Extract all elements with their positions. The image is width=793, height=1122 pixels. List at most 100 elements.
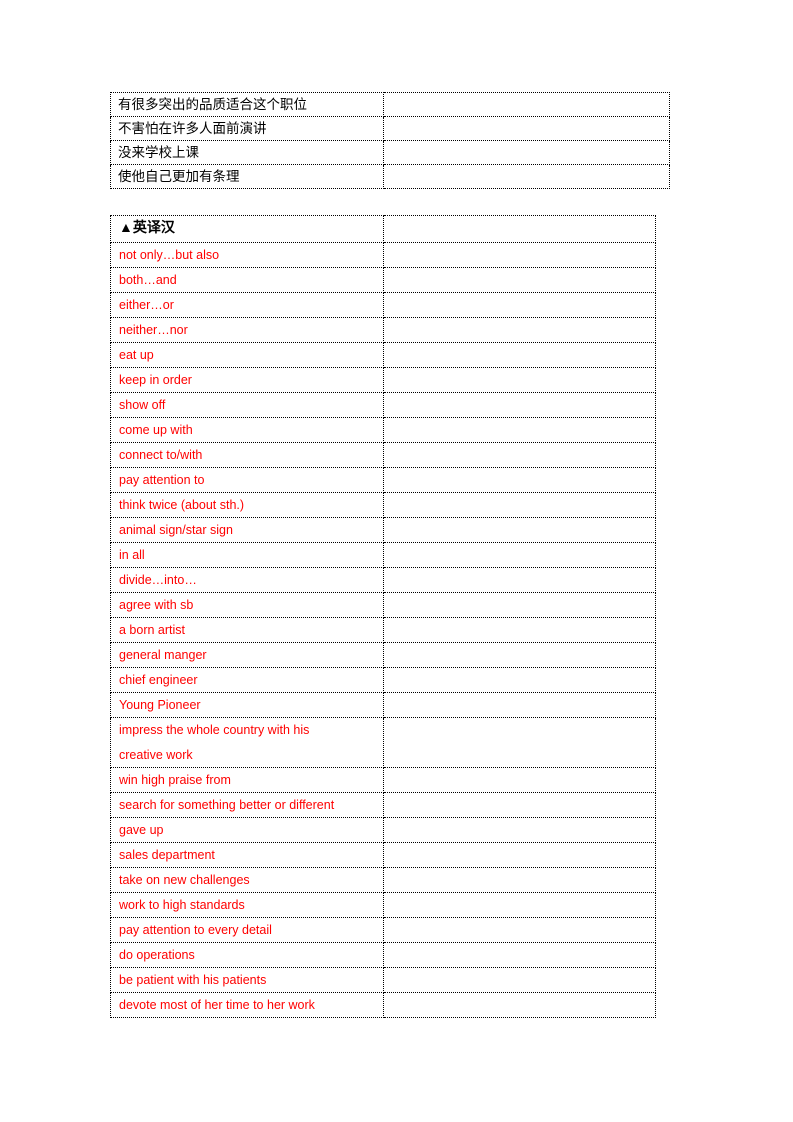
- english-answer-cell[interactable]: [383, 867, 656, 893]
- english-prompt-cell: not only…but also: [110, 242, 384, 268]
- english-answer-cell[interactable]: [383, 817, 656, 843]
- english-prompt-cell: come up with: [110, 417, 384, 443]
- table-row: 使他自己更加有条理: [110, 164, 670, 189]
- table-row: 不害怕在许多人面前演讲: [110, 116, 670, 141]
- chinese-answer-cell[interactable]: [383, 92, 670, 117]
- english-answer-cell[interactable]: [383, 767, 656, 793]
- table-row: keep in order: [110, 367, 656, 393]
- english-prompt-cell: devote most of her time to her work: [110, 992, 384, 1018]
- english-prompt-cell: sales department: [110, 842, 384, 868]
- section-title-answer-cell[interactable]: [383, 215, 656, 243]
- english-prompt-cell: divide…into…: [110, 567, 384, 593]
- english-answer-cell[interactable]: [383, 242, 656, 268]
- table-row: Young Pioneer: [110, 692, 656, 718]
- english-answer-cell[interactable]: [383, 892, 656, 918]
- english-answer-cell[interactable]: [383, 617, 656, 643]
- chinese-prompt-cell: 不害怕在许多人面前演讲: [110, 116, 384, 141]
- english-answer-cell[interactable]: [383, 992, 656, 1018]
- english-answer-cell[interactable]: [383, 442, 656, 468]
- english-answer-cell[interactable]: [383, 417, 656, 443]
- chinese-prompt-cell: 没来学校上课: [110, 140, 384, 165]
- table-row: animal sign/star sign: [110, 517, 656, 543]
- table-row: sales department: [110, 842, 656, 868]
- table-row: not only…but also: [110, 242, 656, 268]
- section-title: ▲英译汉: [110, 215, 384, 243]
- table-row: show off: [110, 392, 656, 418]
- english-prompt-cell: Young Pioneer: [110, 692, 384, 718]
- english-prompt-cell: do operations: [110, 942, 384, 968]
- table-row: think twice (about sth.): [110, 492, 656, 518]
- prompt-line-1: impress the whole country with his: [119, 723, 310, 737]
- table-row: 有很多突出的品质适合这个职位: [110, 92, 670, 117]
- english-prompt-cell: take on new challenges: [110, 867, 384, 893]
- english-prompt-cell: gave up: [110, 817, 384, 843]
- english-answer-cell[interactable]: [383, 267, 656, 293]
- english-prompt-cell: show off: [110, 392, 384, 418]
- chinese-prompt-cell: 有很多突出的品质适合这个职位: [110, 92, 384, 117]
- english-prompt-cell: animal sign/star sign: [110, 517, 384, 543]
- english-answer-cell[interactable]: [383, 342, 656, 368]
- table-row: gave up: [110, 817, 656, 843]
- english-prompt-cell: a born artist: [110, 617, 384, 643]
- english-answer-cell[interactable]: [383, 317, 656, 343]
- english-answer-cell[interactable]: [383, 517, 656, 543]
- table-row: impress the whole country with his creati…: [110, 717, 656, 768]
- chinese-answer-cell[interactable]: [383, 116, 670, 141]
- table-row: a born artist: [110, 617, 656, 643]
- english-answer-cell[interactable]: [383, 792, 656, 818]
- table-row: eat up: [110, 342, 656, 368]
- english-prompt-cell: search for something better or different: [110, 792, 384, 818]
- chinese-prompt-cell: 使他自己更加有条理: [110, 164, 384, 189]
- table-row: divide…into…: [110, 567, 656, 593]
- table-header-row: ▲英译汉: [110, 215, 656, 243]
- prompt-line-2: creative work: [119, 747, 193, 762]
- table-row: do operations: [110, 942, 656, 968]
- english-answer-cell[interactable]: [383, 367, 656, 393]
- table-row: be patient with his patients: [110, 967, 656, 993]
- english-prompt-cell: in all: [110, 542, 384, 568]
- english-prompt-cell: pay attention to: [110, 467, 384, 493]
- table-row: either…or: [110, 292, 656, 318]
- english-answer-cell[interactable]: [383, 967, 656, 993]
- table-row: take on new challenges: [110, 867, 656, 893]
- english-prompt-cell: keep in order: [110, 367, 384, 393]
- english-answer-cell[interactable]: [383, 642, 656, 668]
- english-answer-cell[interactable]: [383, 567, 656, 593]
- english-answer-cell[interactable]: [383, 542, 656, 568]
- table-row: connect to/with: [110, 442, 656, 468]
- english-prompt-cell: connect to/with: [110, 442, 384, 468]
- document-page: 有很多突出的品质适合这个职位 不害怕在许多人面前演讲 没来学校上课 使他自己更加…: [0, 0, 793, 1122]
- english-answer-cell[interactable]: [383, 942, 656, 968]
- table-row: 没来学校上课: [110, 140, 670, 165]
- table-row: general manger: [110, 642, 656, 668]
- english-prompt-cell: impress the whole country with his creati…: [110, 717, 384, 768]
- english-answer-cell[interactable]: [383, 917, 656, 943]
- table-row: devote most of her time to her work: [110, 992, 656, 1018]
- english-answer-cell[interactable]: [383, 592, 656, 618]
- english-answer-cell[interactable]: [383, 842, 656, 868]
- english-prompt-cell: eat up: [110, 342, 384, 368]
- english-prompt-cell: either…or: [110, 292, 384, 318]
- english-prompt-cell: chief engineer: [110, 667, 384, 693]
- english-table-body: ▲英译汉 not only…but also both…and either…o…: [110, 215, 656, 1018]
- english-answer-cell[interactable]: [383, 492, 656, 518]
- english-prompt-cell: pay attention to every detail: [110, 917, 384, 943]
- english-prompt-cell: agree with sb: [110, 592, 384, 618]
- table-row: pay attention to: [110, 467, 656, 493]
- table-row: in all: [110, 542, 656, 568]
- chinese-answer-cell[interactable]: [383, 164, 670, 189]
- english-answer-cell[interactable]: [383, 392, 656, 418]
- chinese-answer-cell[interactable]: [383, 140, 670, 165]
- english-prompt-cell: general manger: [110, 642, 384, 668]
- english-prompt-cell: neither…nor: [110, 317, 384, 343]
- table-row: search for something better or different: [110, 792, 656, 818]
- english-answer-cell[interactable]: [383, 292, 656, 318]
- english-prompt-cell: think twice (about sth.): [110, 492, 384, 518]
- table-row: work to high standards: [110, 892, 656, 918]
- english-prompt-cell: be patient with his patients: [110, 967, 384, 993]
- english-answer-cell[interactable]: [383, 667, 656, 693]
- english-answer-cell[interactable]: [383, 692, 656, 718]
- table-row: chief engineer: [110, 667, 656, 693]
- english-answer-cell[interactable]: [383, 717, 656, 768]
- english-answer-cell[interactable]: [383, 467, 656, 493]
